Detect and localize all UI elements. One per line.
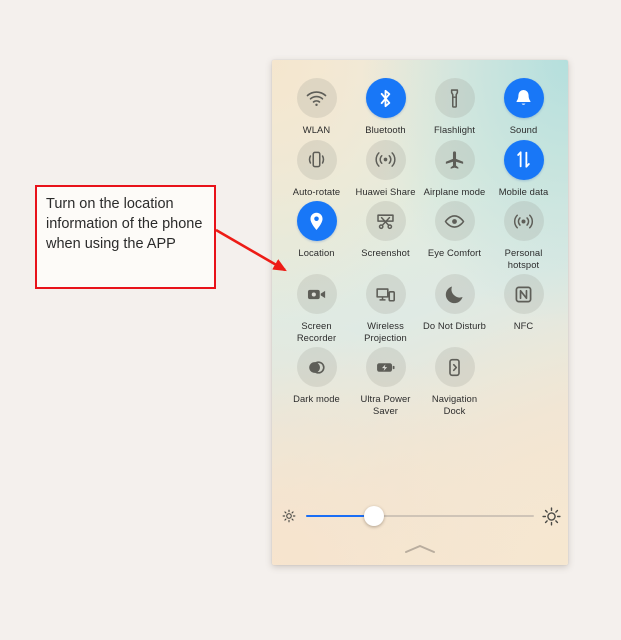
brightness-knob[interactable] (364, 506, 385, 526)
up-down-arrows-icon (503, 139, 544, 180)
tile-label: Huawei Share (355, 185, 416, 197)
tile-label: Screenshot (361, 247, 410, 258)
tile-label: Bluetooth (365, 124, 406, 135)
tile-label: Eye Comfort (427, 247, 482, 258)
android-quick-settings-panel: WLAN Bluetooth Flashlight Sound Auto-rotate H… (272, 60, 568, 565)
tile-row: Screen Recorder Wireless Projection Do Not… (282, 274, 558, 347)
tile-row: WLAN Bluetooth Flashlight Sound (282, 78, 558, 140)
bell-icon (503, 78, 544, 118)
brightness-track[interactable] (306, 505, 534, 527)
tile-nfc[interactable]: NFC (489, 274, 558, 343)
tile-screenshot[interactable]: Screenshot (351, 201, 420, 270)
cast-screen-icon (365, 274, 406, 314)
tile-flashlight[interactable]: Flashlight (420, 78, 489, 136)
chevron-up-icon (405, 545, 435, 553)
tile-label: Screen Recorder (296, 320, 337, 343)
tile-huawei-share[interactable]: Huawei Share (351, 139, 420, 198)
tile-label: Sound (509, 124, 538, 135)
quick-settings-tile-grid: WLAN Bluetooth Flashlight Sound Auto-rotate H… (272, 60, 568, 420)
tile-auto-rotate[interactable]: Auto-rotate (282, 139, 351, 198)
tile-label: NFC (513, 320, 534, 331)
tile-label: Dark mode (293, 393, 340, 404)
tile-ultra-power-saver[interactable]: Ultra Power Saver (351, 347, 420, 416)
tile-mobile-data[interactable]: Mobile data (489, 139, 558, 198)
tile-label: Navigation Dock (431, 393, 478, 416)
tile-wlan[interactable]: WLAN (282, 78, 351, 136)
panel-drag-handle[interactable] (272, 543, 568, 555)
screenshot-canvas: WLAN Bluetooth Flashlight Sound Auto-rotate H… (0, 0, 621, 640)
broadcast-waves-icon (365, 139, 406, 180)
tile-wireless-projection[interactable]: Wireless Projection (351, 274, 420, 343)
tile-dark-mode[interactable]: Dark mode (282, 347, 351, 416)
contrast-circles-icon (296, 347, 337, 387)
tile-navigation-dock[interactable]: Navigation Dock (420, 347, 489, 416)
flashlight-icon (434, 78, 475, 118)
battery-bolt-icon (365, 347, 406, 387)
annotation-callout-box: Turn on the location information of the … (35, 185, 216, 289)
tile-label: Wireless Projection (364, 320, 407, 343)
airplane-icon (434, 139, 475, 180)
scissors-screen-icon (365, 201, 406, 241)
brightness-slider[interactable] (272, 501, 568, 531)
tile-row: Auto-rotate Huawei Share Airplane mode Mobi… (282, 139, 558, 202)
tile-label: Auto-rotate (292, 185, 341, 197)
tile-label: Do Not Disturb (423, 320, 486, 331)
tile-bluetooth[interactable]: Bluetooth (351, 78, 420, 136)
sun-large-icon (534, 506, 568, 527)
tile-sound[interactable]: Sound (489, 78, 558, 136)
tile-do-not-disturb[interactable]: Do Not Disturb (420, 274, 489, 343)
rotate-phone-icon (296, 139, 337, 180)
tile-label: Mobile data (498, 185, 549, 197)
wifi-icon (296, 78, 337, 118)
tile-label: Ultra Power Saver (360, 393, 411, 416)
bluetooth-icon (365, 78, 406, 118)
tile-personal-hotspot[interactable]: Personal hotspot (489, 201, 558, 270)
tile-row: Location Screenshot Eye Comfort Personal ho… (282, 201, 558, 274)
tile-label: Airplane mode (423, 185, 486, 197)
hotspot-icon (503, 201, 544, 241)
nfc-icon (503, 274, 544, 314)
tile-row: Dark mode Ultra Power Saver Navigation Doc… (282, 347, 558, 420)
tile-label: Flashlight (433, 124, 476, 135)
tile-label: Personal hotspot (504, 247, 543, 270)
sun-small-icon (272, 508, 306, 524)
eye-icon (434, 201, 475, 241)
tile-eye-comfort[interactable]: Eye Comfort (420, 201, 489, 270)
tile-airplane-mode[interactable]: Airplane mode (420, 139, 489, 198)
moon-icon (434, 274, 475, 314)
tile-label: WLAN (302, 124, 331, 135)
annotation-text: Turn on the location information of the … (46, 196, 203, 252)
annotation-arrow (215, 228, 287, 272)
nav-dock-icon (434, 347, 475, 387)
